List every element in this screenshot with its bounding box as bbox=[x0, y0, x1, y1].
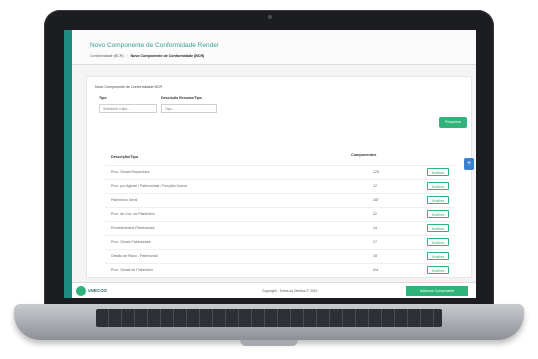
table-row: Proc. Gerais Requeridos 123 Detalhes bbox=[105, 165, 455, 180]
page-title: Novo Componente de Conformidade Render bbox=[90, 42, 219, 49]
sidebar-strip bbox=[64, 30, 72, 298]
keyboard bbox=[96, 309, 442, 327]
add-button[interactable]: + bbox=[464, 158, 474, 170]
details-button[interactable]: Detalhes bbox=[427, 210, 449, 218]
row-count: 14 bbox=[373, 226, 377, 230]
row-count: 411 bbox=[373, 268, 379, 272]
details-button[interactable]: Detalhes bbox=[427, 196, 449, 204]
column-header-description: Descrição/Tipo bbox=[111, 155, 139, 159]
breadcrumb-item-parent[interactable]: Conformidade (BCR) bbox=[90, 54, 124, 58]
details-button[interactable]: Detalhes bbox=[427, 168, 449, 176]
table-row: Proc. por Agente / Patrimoniais / Funçõe… bbox=[105, 179, 455, 194]
row-description: Gestão de Risco - Patrimonial bbox=[111, 254, 158, 258]
tipo-select[interactable]: Selecione o tipo... bbox=[99, 104, 157, 113]
table-row: Proc. Gerais Patrimoniais 17 Detalhes bbox=[105, 235, 455, 250]
column-header-count: Componentes bbox=[351, 153, 377, 157]
section-heading: Novo Componente de Conformidade BCR bbox=[95, 85, 163, 89]
row-description: Proc. por Agente / Patrimoniais / Funçõe… bbox=[111, 184, 188, 188]
row-description: Proc. Gerais Patrimoniais bbox=[111, 240, 151, 244]
descricao-label: Descrição Resumo/Tipo bbox=[161, 96, 202, 100]
details-button[interactable]: Detalhes bbox=[427, 252, 449, 260]
table-row: Gestão de Risco - Patrimonial 15 Detalhe… bbox=[105, 249, 455, 264]
breadcrumb-item-current: Novo Componente de Conformidade (BCR) bbox=[130, 54, 205, 58]
tipo-label: Tipo bbox=[99, 96, 107, 100]
descricao-input[interactable]: Tipo... bbox=[161, 104, 217, 113]
brand-logo-icon bbox=[76, 286, 86, 296]
details-button[interactable]: Detalhes bbox=[427, 266, 449, 274]
row-count: 15 bbox=[373, 254, 377, 258]
table-row: Proc. de Con. de Patrimônio 22 Detalhes bbox=[105, 207, 455, 222]
webcam-icon bbox=[268, 15, 272, 19]
brand-name: vNECOS bbox=[88, 288, 107, 293]
row-description: Proc. Gerais de Patrimônio bbox=[111, 268, 154, 272]
row-count: 123 bbox=[373, 170, 379, 174]
table-row: Patrimônio Geral 187 Detalhes bbox=[105, 193, 455, 208]
copyright-text: Copyright - Todos os Direitos © 2019 bbox=[262, 289, 318, 293]
row-description: Patrimônio Geral bbox=[111, 198, 138, 202]
add-component-button[interactable]: Adicionar Componente bbox=[406, 286, 468, 296]
laptop-screen: Novo Componente de Conformidade Render C… bbox=[64, 30, 476, 298]
row-description: Proc. Gerais Requeridos bbox=[111, 170, 150, 174]
row-count: 12 bbox=[373, 184, 377, 188]
row-count: 22 bbox=[373, 212, 377, 216]
table-row: Procedimentos Patrimoniais 14 Detalhes bbox=[105, 221, 455, 236]
row-count: 187 bbox=[373, 198, 379, 202]
page-header: Novo Componente de Conformidade Render C… bbox=[72, 30, 476, 65]
table-row: Proc. Gerais de Patrimônio 411 Detalhes bbox=[105, 263, 455, 278]
details-button[interactable]: Detalhes bbox=[427, 224, 449, 232]
details-button[interactable]: Detalhes bbox=[427, 182, 449, 190]
page-footer: vNECOS Copyright - Todos os Direitos © 2… bbox=[72, 282, 476, 298]
search-button[interactable]: Pesquisar bbox=[439, 117, 467, 128]
breadcrumb-separator: / bbox=[126, 54, 128, 58]
row-description: Proc. de Con. de Patrimônio bbox=[111, 212, 155, 216]
details-button[interactable]: Detalhes bbox=[427, 238, 449, 246]
laptop-notch bbox=[240, 340, 298, 346]
row-description: Procedimentos Patrimoniais bbox=[111, 226, 155, 230]
breadcrumb: Conformidade (BCR) / Novo Componente de Co… bbox=[90, 54, 204, 58]
content-panel: Novo Componente de Conformidade BCR Tipo… bbox=[86, 76, 472, 278]
row-count: 17 bbox=[373, 240, 377, 244]
